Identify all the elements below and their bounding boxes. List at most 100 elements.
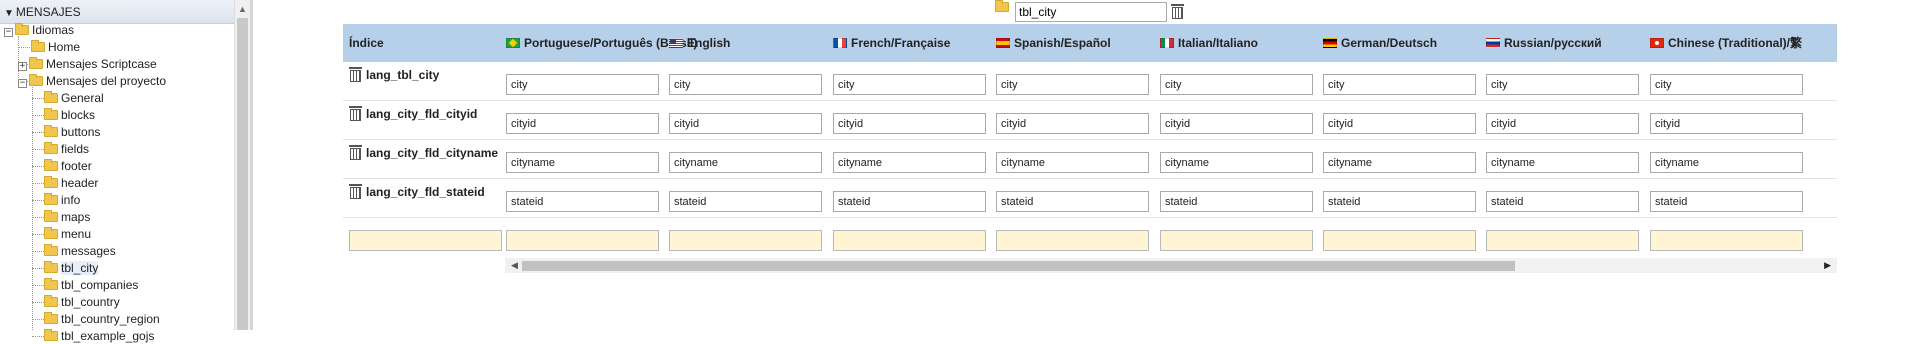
tree-item-info[interactable]: info: [44, 192, 80, 208]
folder-icon: [44, 329, 58, 341]
tree-item-label: Home: [48, 40, 81, 54]
tree-item-fields[interactable]: fields: [44, 141, 89, 157]
tree-scrollbar[interactable]: ▲: [234, 0, 250, 330]
grid-horizontal-scrollbar[interactable]: ◀ ▶: [505, 258, 1837, 273]
delete-row-trash-icon[interactable]: [349, 106, 362, 121]
translation-input[interactable]: [1160, 74, 1313, 95]
translation-input[interactable]: [996, 74, 1149, 95]
translation-input[interactable]: [833, 113, 986, 134]
tree-panel-header[interactable]: ▼ MENSAJES: [0, 0, 234, 24]
translation-input[interactable]: [996, 113, 1149, 134]
tree-scrollbar-thumb[interactable]: [237, 18, 248, 330]
new-translation-input[interactable]: [669, 230, 822, 251]
folder-icon: [44, 295, 58, 307]
file-name-input[interactable]: [1015, 2, 1167, 22]
translation-input[interactable]: [669, 191, 822, 212]
delete-row-trash-icon[interactable]: [349, 184, 362, 199]
scroll-left-arrow-icon[interactable]: ◀: [511, 260, 518, 271]
tree-guide-line: [32, 183, 44, 184]
tree-guide-line: [32, 115, 44, 116]
translation-input[interactable]: [1486, 152, 1639, 173]
delete-row-trash-icon[interactable]: [349, 145, 362, 160]
translation-input[interactable]: [1650, 113, 1803, 134]
new-key-input[interactable]: [349, 230, 502, 251]
tree-root-label: Idiomas: [32, 23, 75, 37]
translation-input[interactable]: [1323, 113, 1476, 134]
row-index-cell: lang_city_fld_cityid: [349, 106, 477, 121]
tree-item-blocks[interactable]: blocks: [44, 107, 95, 123]
translation-input[interactable]: [506, 74, 659, 95]
translation-input[interactable]: [833, 191, 986, 212]
new-translation-input[interactable]: [506, 230, 659, 251]
delete-file-trash-icon[interactable]: [1171, 4, 1184, 19]
tree-item-tbl-example-gojs[interactable]: tbl_example_gojs: [44, 328, 154, 344]
flag-us-icon: [669, 38, 683, 48]
translation-input[interactable]: [669, 113, 822, 134]
tree-item-mensajes-scriptcase[interactable]: + Mensajes Scriptcase: [18, 56, 157, 72]
translation-input[interactable]: [1323, 74, 1476, 95]
translation-input[interactable]: [1323, 191, 1476, 212]
tree-item-label: info: [61, 193, 81, 207]
new-translation-input[interactable]: [1323, 230, 1476, 251]
tree-item-tbl-country-region[interactable]: tbl_country_region: [44, 311, 160, 327]
translation-input[interactable]: [833, 74, 986, 95]
tree-item-label: fields: [61, 142, 90, 156]
translation-input[interactable]: [1160, 113, 1313, 134]
scroll-up-arrow-icon[interactable]: ▲: [238, 4, 247, 14]
tree-item-label: maps: [61, 210, 91, 224]
grid-scrollbar-thumb[interactable]: [522, 261, 1515, 271]
translation-input[interactable]: [996, 152, 1149, 173]
tree-guide-line: [32, 132, 44, 133]
scroll-right-arrow-icon[interactable]: ▶: [1824, 260, 1831, 271]
delete-row-trash-icon[interactable]: [349, 67, 362, 82]
flag-fr-icon: [833, 38, 847, 48]
translation-input[interactable]: [506, 152, 659, 173]
expand-toggle-icon[interactable]: +: [18, 62, 27, 71]
grid-header-row: Índice Portuguese/Português (Brasil) Engl…: [343, 24, 1837, 62]
translation-input[interactable]: [1650, 74, 1803, 95]
tree-item-tbl-country[interactable]: tbl_country: [44, 294, 120, 310]
translation-input[interactable]: [506, 113, 659, 134]
translation-input[interactable]: [1486, 191, 1639, 212]
column-header-label: French/Française: [851, 36, 951, 50]
translation-input[interactable]: [1486, 113, 1639, 134]
translation-input[interactable]: [1323, 152, 1476, 173]
tree-item-maps[interactable]: maps: [44, 209, 90, 225]
translation-input[interactable]: [669, 74, 822, 95]
translation-input[interactable]: [1650, 152, 1803, 173]
tree-root-idiomas[interactable]: − Idiomas: [4, 22, 74, 38]
translation-input[interactable]: [833, 152, 986, 173]
translation-input[interactable]: [669, 152, 822, 173]
new-translation-input[interactable]: [833, 230, 986, 251]
flag-de-icon: [1323, 38, 1337, 48]
tree-item-buttons[interactable]: buttons: [44, 124, 100, 140]
tree-item-header[interactable]: header: [44, 175, 98, 191]
tree-item-label: tbl_country_region: [61, 312, 160, 326]
new-translation-input[interactable]: [1486, 230, 1639, 251]
translation-input[interactable]: [1650, 191, 1803, 212]
tree-item-mensajes-del-proyecto[interactable]: − Mensajes del proyecto: [18, 73, 166, 89]
translation-input[interactable]: [1160, 191, 1313, 212]
collapse-toggle-icon[interactable]: −: [4, 28, 13, 37]
tree-guide-line: [32, 149, 44, 150]
tree-item-tbl-city[interactable]: tbl_city: [44, 260, 99, 276]
tree-item-general[interactable]: General: [44, 90, 104, 106]
translation-input[interactable]: [1160, 152, 1313, 173]
tree-item-tbl-companies[interactable]: tbl_companies: [44, 277, 138, 293]
translation-input[interactable]: [996, 191, 1149, 212]
tree-item-home[interactable]: Home: [31, 39, 80, 55]
translation-input[interactable]: [1486, 74, 1639, 95]
collapse-toggle-icon[interactable]: −: [18, 79, 27, 88]
column-header-ru: Russian/русский: [1486, 24, 1602, 62]
translation-input[interactable]: [506, 191, 659, 212]
tree-item-menu[interactable]: menu: [44, 226, 91, 242]
new-translation-input[interactable]: [1160, 230, 1313, 251]
column-header-it: Italian/Italiano: [1160, 24, 1258, 62]
new-translation-input[interactable]: [1650, 230, 1803, 251]
new-translation-input[interactable]: [996, 230, 1149, 251]
collapse-triangle-icon[interactable]: ▼: [4, 8, 14, 19]
tree-item-footer[interactable]: footer: [44, 158, 92, 174]
column-header-hk: Chinese (Traditional)/繁: [1650, 24, 1802, 62]
tree-item-messages[interactable]: messages: [44, 243, 116, 259]
panel-splitter[interactable]: [250, 0, 253, 330]
